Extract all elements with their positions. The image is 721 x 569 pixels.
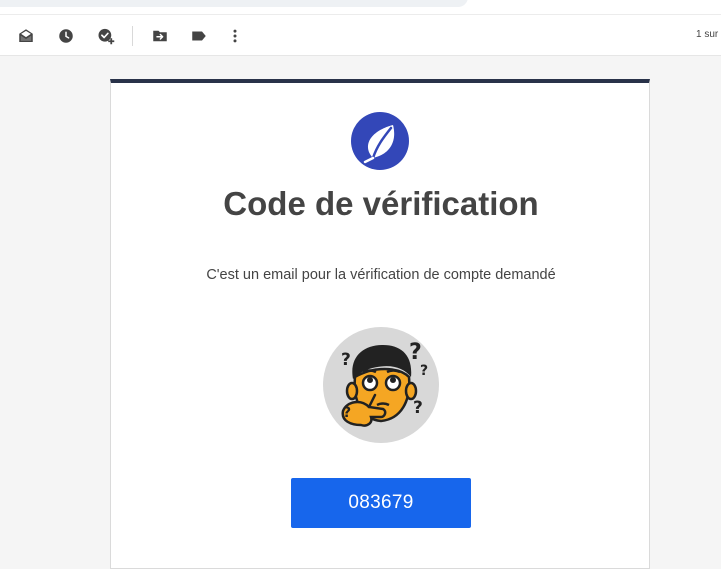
leaf-logo-icon — [351, 112, 409, 170]
toolbar-divider — [132, 26, 133, 46]
email-card: Code de vérification C'est un email pour… — [110, 79, 650, 569]
label-icon[interactable] — [186, 23, 212, 49]
verification-code-button[interactable]: 083679 — [291, 478, 471, 528]
svg-text:?: ? — [409, 340, 422, 365]
email-subtitle: C'est un email pour la vérification de c… — [206, 267, 556, 283]
svg-text:?: ? — [420, 363, 428, 379]
move-to-icon[interactable] — [147, 23, 173, 49]
snooze-icon[interactable] — [53, 23, 79, 49]
message-toolbar: 1 sur — [0, 14, 721, 56]
more-vert-icon[interactable] — [222, 23, 248, 49]
svg-text:?: ? — [343, 405, 351, 421]
email-title: Code de vérification — [223, 185, 539, 222]
add-task-icon[interactable] — [93, 23, 119, 49]
svg-text:?: ? — [413, 398, 423, 418]
top-strip — [0, 0, 721, 14]
pagination-text: 1 sur — [696, 29, 719, 40]
mark-unread-icon[interactable] — [13, 23, 39, 49]
thinking-face-icon: ? ? ? ? ? — [323, 327, 439, 443]
search-bar[interactable] — [0, 0, 468, 7]
svg-text:?: ? — [341, 350, 351, 370]
